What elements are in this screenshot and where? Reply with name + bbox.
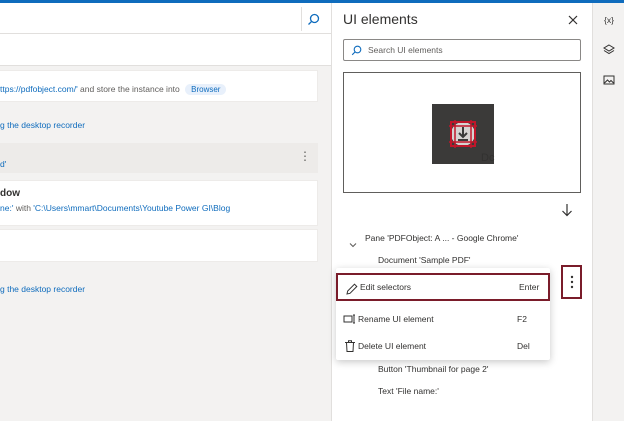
tree-item-file-name-text[interactable]: Text 'File name:' <box>378 386 439 396</box>
search-icon <box>308 13 320 25</box>
trash-icon <box>345 340 355 352</box>
menu-item-label: Edit selectors <box>360 282 412 292</box>
action-card-empty[interactable] <box>0 229 318 262</box>
menu-item-label: Rename UI element <box>358 314 434 324</box>
image-icon <box>603 75 615 85</box>
close-icon <box>568 15 578 25</box>
variables-tab[interactable]: {x} <box>601 12 617 28</box>
side-rail: {x} <box>592 3 624 421</box>
url-link[interactable]: ttps://pdfobject.com/' <box>0 84 78 94</box>
left-search-strip <box>0 3 331 34</box>
expand-down-button[interactable] <box>561 203 573 222</box>
more-options-icon[interactable]: ⋮ <box>299 149 311 163</box>
group-label: d' <box>0 159 7 169</box>
search-ui-elements-box[interactable] <box>343 39 581 61</box>
tree-item-pane[interactable]: Pane 'PDFObject: A ... - Google Chrome' <box>365 233 518 243</box>
action-title: dow <box>0 188 20 199</box>
variable-chip[interactable]: Browser <box>185 84 227 95</box>
images-tab[interactable] <box>601 72 617 88</box>
shortcut-label: Del <box>517 341 530 351</box>
action-text: with <box>13 203 34 213</box>
ui-elements-panel: UI elements Dc <box>331 3 592 421</box>
arrow-down-icon <box>562 204 572 217</box>
action-description: ne:' with 'C:\Users\mmart\Documents\Yout… <box>0 203 230 213</box>
action-description: ttps://pdfobject.com/' and store the ins… <box>0 84 227 95</box>
element-screenshot-preview: Dc <box>343 72 581 193</box>
pencil-icon <box>346 283 358 295</box>
subflow-tabs <box>0 34 331 66</box>
menu-item-delete[interactable]: Delete UI element Del <box>336 332 550 360</box>
close-button[interactable] <box>565 12 581 28</box>
ui-elements-tab[interactable] <box>601 42 617 58</box>
path-link[interactable]: 'C:\Users\mmart\Documents\Youtube Power … <box>33 203 230 213</box>
action-card-save-file[interactable]: dow ne:' with 'C:\Users\mmart\Documents\… <box>0 180 318 226</box>
group-header[interactable]: d' ⋮ <box>0 143 318 173</box>
action-text: and store the instance into <box>77 84 183 94</box>
menu-item-rename[interactable]: Rename UI element F2 <box>336 305 550 333</box>
preview-caption: Dc <box>481 152 495 164</box>
search-button[interactable] <box>301 7 325 31</box>
element-more-options-button[interactable] <box>561 265 582 299</box>
rename-icon <box>343 314 355 324</box>
tree-item-thumbnail-button[interactable]: Button 'Thumbnail for page 2' <box>378 364 489 374</box>
search-input[interactable] <box>368 45 568 55</box>
panel-title: UI elements <box>343 11 418 27</box>
desktop-recorder-link[interactable]: g the desktop recorder <box>0 284 85 294</box>
menu-item-edit-selectors[interactable]: Edit selectors Enter <box>336 273 550 301</box>
tree-item-document[interactable]: Document 'Sample PDF' <box>378 255 471 265</box>
chevron-down-icon <box>349 243 357 248</box>
shortcut-label: F2 <box>517 314 527 324</box>
more-vertical-icon <box>570 275 573 289</box>
shortcut-label: Enter <box>519 282 540 292</box>
tree-collapse-toggle[interactable] <box>349 235 357 253</box>
layers-icon <box>603 44 615 55</box>
flow-designer-pane: ttps://pdfobject.com/' and store the ins… <box>0 3 331 421</box>
action-card-launch-browser[interactable]: ttps://pdfobject.com/' and store the ins… <box>0 70 318 102</box>
desktop-recorder-link[interactable]: g the desktop recorder <box>0 120 85 130</box>
variable-link[interactable]: ne:' <box>0 203 13 213</box>
menu-item-label: Delete UI element <box>358 341 427 351</box>
context-menu: Edit selectors Enter Rename UI element F… <box>336 268 550 360</box>
search-icon <box>351 45 362 55</box>
